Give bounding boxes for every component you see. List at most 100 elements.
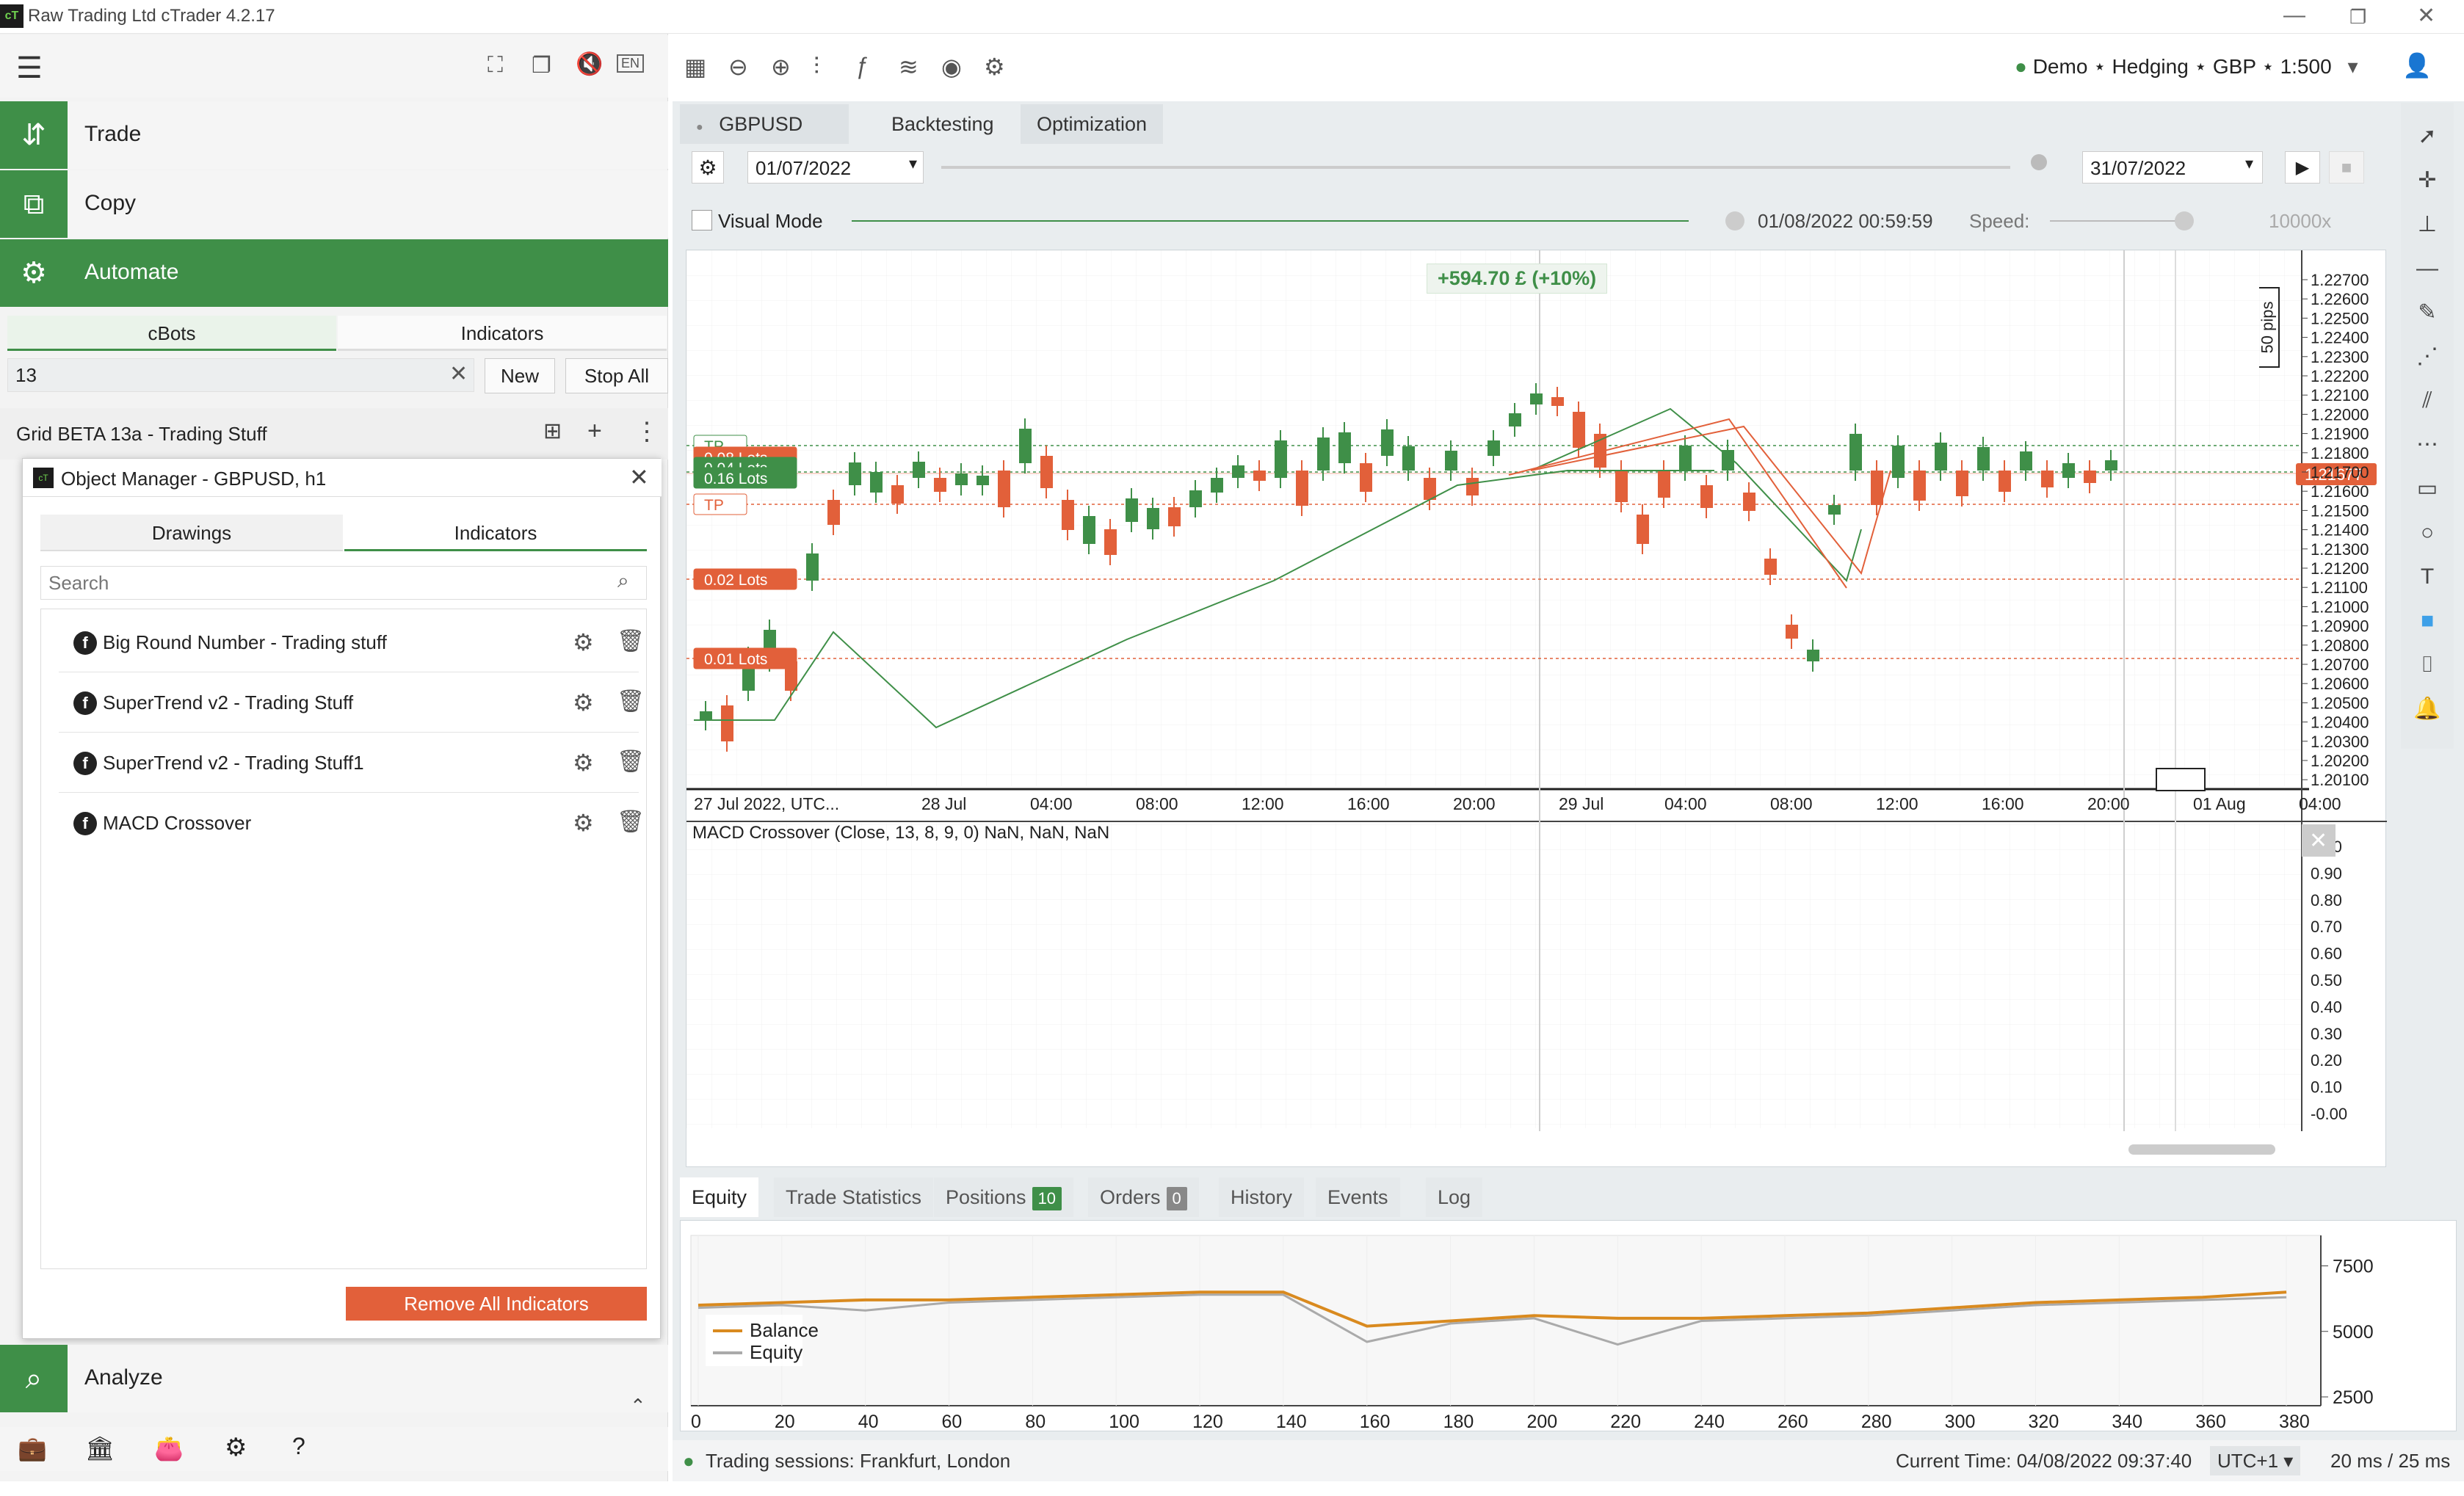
gear-icon[interactable]: ⚙ [573,689,594,716]
fullscreen-icon[interactable]: ⛶ [488,53,503,78]
indicators-icon[interactable]: ƒ [856,53,869,80]
range-handle[interactable] [2031,154,2047,170]
briefcase-icon[interactable]: 💼 [18,1434,47,1462]
channel-icon[interactable]: ⫽ [2405,382,2449,420]
user-icon[interactable]: 👤 [2402,51,2432,79]
list-item[interactable]: f SuperTrend v2 - Trading Stuff ⚙ 🗑 [59,672,645,733]
collapse-icon[interactable]: ⌃ [630,1395,646,1417]
camera-icon[interactable]: ⌷ [2405,646,2449,684]
bot-filter-input[interactable]: 13 [7,358,474,392]
settings-icon[interactable]: ⚙ [225,1433,247,1462]
help-icon[interactable]: ? [292,1433,305,1460]
bot-row[interactable]: Grid BETA 13a - Trading Stuff ⊞ + ⋮ [0,408,668,460]
hamburger-icon[interactable]: ☰ [16,51,43,85]
nav-copy-label: Copy [84,191,137,215]
wallet-icon[interactable]: 👛 [154,1434,184,1462]
new-button[interactable]: New [485,358,555,393]
language-badge[interactable]: EN [617,54,645,73]
equity-x-tick: 20 [775,1412,795,1432]
fib-icon[interactable]: ⋰ [2405,338,2449,376]
tab-events[interactable]: Events [1316,1177,1400,1217]
chart-settings-icon[interactable]: ⚙ [984,53,1005,81]
trash-icon[interactable]: 🗑 [617,628,645,654]
fan-icon[interactable]: ⋯ [2405,426,2449,464]
list-item[interactable]: f SuperTrend v2 - Trading Stuff1 ⚙ 🗑 [59,733,645,793]
color-icon[interactable]: ■ [2405,602,2449,640]
price-chart-area[interactable]: TP0.08 Lots0.04 Lots0.16 LotsTP0.02 Lots… [686,250,2387,1167]
bell-icon[interactable]: 🔔 [2405,690,2449,728]
visual-mode-checkbox[interactable] [692,210,712,230]
line-icon[interactable]: — [2405,250,2449,288]
clear-filter-icon[interactable]: ✕ [449,361,468,387]
gear-icon[interactable]: ⚙ [573,749,594,777]
crosshair-icon[interactable]: ✛ [2405,161,2449,200]
list-item[interactable]: f Big Round Number - Trading stuff ⚙ 🗑 [59,612,645,672]
tab-trade-statistics[interactable]: Trade Statistics [774,1177,934,1217]
layers-icon[interactable]: ≋ [899,53,918,81]
stop-icon[interactable]: ■ [2329,151,2364,184]
tab-backtesting[interactable]: Backtesting [875,104,1010,144]
add-instance-icon[interactable]: + [587,417,602,446]
zoom-in-icon[interactable]: ⊕ [771,53,791,81]
tab-chart-symbol[interactable]: ● GBPUSD h1 [680,104,849,178]
nav-automate[interactable]: ⚙ Automate [0,239,668,307]
time-tick-label: 29 Jul [1559,794,1604,813]
from-date-select[interactable]: 01/07/2022 [747,151,924,184]
list-item[interactable]: f MACD Crossover ⚙ 🗑 [59,793,645,853]
trash-icon[interactable]: 🗑 [617,689,645,714]
mute-icon[interactable]: 🔇 [576,51,603,77]
zoom-out-icon[interactable]: ⊖ [728,53,748,81]
nav-trade[interactable]: ⇵ Trade [0,101,668,169]
tab-log[interactable]: Log [1426,1177,1483,1217]
remove-all-indicators-button[interactable]: Remove All Indicators [346,1287,647,1321]
window-icon[interactable]: ❐ [532,53,551,79]
stop-all-button[interactable]: Stop All [565,358,668,393]
layout-icon[interactable]: ▦ [684,53,706,81]
horizontal-scrollbar[interactable] [2128,1144,2275,1155]
minimize-icon[interactable]: — [2283,3,2305,28]
eye-icon[interactable]: ◉ [941,53,962,81]
ruler-icon[interactable]: ⊥ [2405,206,2449,244]
text-icon[interactable]: T [2405,558,2449,596]
timezone-select[interactable]: UTC+1 ▾ [2210,1446,2301,1475]
speed-handle[interactable] [2175,211,2194,230]
tab-orders[interactable]: Orders 0 [1088,1177,1199,1217]
date-range-slider[interactable] [941,166,2010,169]
speed-slider[interactable] [2050,220,2182,222]
to-date-select[interactable]: 31/07/2022 [2082,151,2263,184]
backtest-settings-icon[interactable]: ⚙ [692,151,724,184]
tab-optimization[interactable]: Optimization [1021,104,1164,144]
tab-cbots[interactable]: cBots [7,316,336,351]
nav-copy[interactable]: ⧉ Copy [0,170,668,238]
cursor-icon[interactable]: ➚ [2405,117,2449,156]
close-dialog-icon[interactable]: ✕ [629,463,649,491]
instances-icon[interactable]: ⊞ [543,418,562,444]
tab-indicators[interactable]: Indicators [338,316,667,351]
close-icon[interactable]: ✕ [2417,3,2435,29]
gear-icon[interactable]: ⚙ [573,628,594,656]
bank-icon[interactable]: 🏛 [85,1434,115,1462]
om-search-input[interactable]: Search [40,566,647,600]
close-macd-icon[interactable]: ✕ [2309,829,2327,853]
more-icon[interactable]: ⋮ [634,417,659,446]
tab-history[interactable]: History [1219,1177,1305,1217]
play-icon[interactable]: ▶ [2285,151,2320,184]
orders-count: 0 [1166,1187,1187,1210]
trash-icon[interactable]: 🗑 [617,749,645,774]
nav-analyze[interactable]: ⌕ Analyze [0,1345,668,1412]
trash-icon[interactable]: 🗑 [617,809,645,835]
progress-handle[interactable] [1725,211,1744,230]
tab-equity[interactable]: Equity [680,1177,759,1217]
restore-icon[interactable]: ❐ [2349,6,2366,29]
gear-icon[interactable]: ⚙ [573,809,594,837]
account-selector[interactable]: ● Demo ⋆ Hedging ⋆ GBP ⋆ 1:500 ▾ [2015,54,2358,79]
chart-type-icon[interactable]: ⫶ [814,53,819,81]
time-tick-label: 28 Jul [921,794,966,813]
pen-icon[interactable]: ✎ [2405,294,2449,332]
tab-positions[interactable]: Positions 10 [934,1177,1074,1217]
tab-drawings[interactable]: Drawings [40,515,343,551]
tab-om-indicators[interactable]: Indicators [344,515,647,551]
rectangle-icon[interactable]: ▭ [2405,470,2449,508]
ellipse-icon[interactable]: ○ [2405,514,2449,552]
profit-badge: +594.70 £ (+10%) [1427,264,1608,294]
